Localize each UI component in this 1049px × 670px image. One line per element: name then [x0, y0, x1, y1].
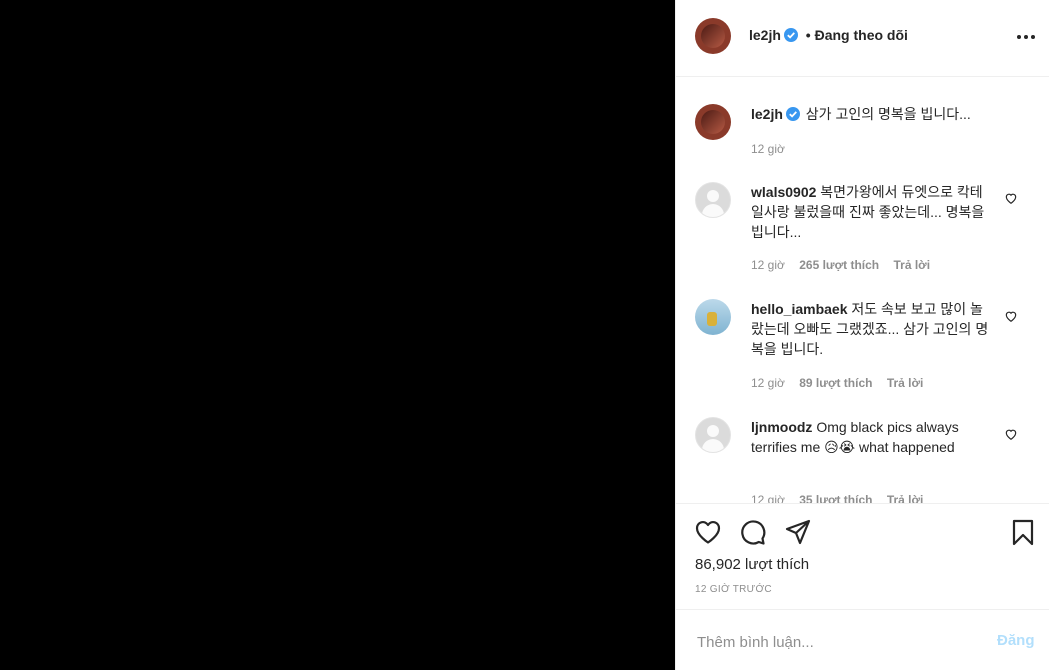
header-user-line: le2jh • Đang theo dõi: [749, 27, 908, 43]
comment-like-heart-icon[interactable]: [1004, 427, 1018, 441]
commenter-avatar[interactable]: [695, 417, 731, 453]
likes-count[interactable]: 86,902 lượt thích: [695, 556, 809, 573]
comment-meta: 12 giờ 265 lượt thích Trả lời: [751, 258, 930, 272]
post-actions: 86,902 lượt thích 12 GIỜ TRƯỚC: [676, 503, 1049, 609]
comment-username[interactable]: wlals0902: [751, 184, 816, 200]
comment-likes[interactable]: 265 lượt thích: [799, 258, 879, 272]
caption-meta: 12 giờ: [751, 142, 785, 156]
comment-likes[interactable]: 35 lượt thích: [799, 493, 872, 503]
commenter-avatar[interactable]: [695, 182, 731, 218]
verified-badge-icon: [783, 28, 798, 42]
reply-button[interactable]: Trả lời: [887, 376, 924, 390]
comments-list[interactable]: le2jh 삼가 고인의 명복을 빕니다... 12 giờ wlals0902…: [676, 77, 1049, 503]
caption-avatar[interactable]: [695, 104, 731, 140]
comment-time[interactable]: 12 giờ: [751, 258, 785, 272]
comment-body: ljnmoodz Omg black pics always terrifies…: [751, 417, 991, 457]
commenter-avatar[interactable]: [695, 299, 731, 335]
add-comment-bar: Đăng: [676, 609, 1049, 670]
reply-button[interactable]: Trả lời: [887, 493, 924, 503]
comment-body: hello_iambaek 저도 속보 보고 많이 놀랐는데 오빠도 그랬겠죠.…: [751, 299, 991, 359]
post-media-black-image[interactable]: [0, 0, 675, 670]
caption-time[interactable]: 12 giờ: [751, 142, 785, 156]
author-avatar[interactable]: [695, 18, 731, 54]
verified-badge-icon: [785, 107, 800, 121]
save-bookmark-icon[interactable]: [1009, 518, 1037, 546]
comment-time[interactable]: 12 giờ: [751, 493, 785, 503]
comment-body: wlals0902 복면가왕에서 듀엣으로 칵테일사랑 불렀을때 진짜 좋았는데…: [751, 182, 991, 242]
comment-input[interactable]: [695, 630, 979, 654]
comment-username[interactable]: hello_iambaek: [751, 301, 848, 317]
post-timestamp[interactable]: 12 GIỜ TRƯỚC: [695, 584, 772, 595]
following-status[interactable]: • Đang theo dõi: [806, 27, 908, 43]
comment-meta: 12 giờ 35 lượt thích Trả lời: [751, 493, 923, 503]
caption-text-line: le2jh 삼가 고인의 명복을 빕니다...: [751, 104, 1021, 124]
more-options-icon[interactable]: [1017, 35, 1035, 41]
post-comment-button[interactable]: Đăng: [997, 632, 1035, 649]
post-side-panel: le2jh • Đang theo dõi le2jh 삼가 고인의 명복을 빕…: [675, 0, 1049, 670]
like-heart-icon[interactable]: [694, 518, 722, 546]
comment-username[interactable]: ljnmoodz: [751, 419, 812, 435]
comment-bubble-icon[interactable]: [739, 518, 767, 546]
reply-button[interactable]: Trả lời: [893, 258, 930, 272]
comment-meta: 12 giờ 89 lượt thích Trả lời: [751, 376, 923, 390]
caption-text: 삼가 고인의 명복을 빕니다...: [805, 106, 971, 122]
comment-time[interactable]: 12 giờ: [751, 376, 785, 390]
header-username[interactable]: le2jh: [749, 27, 781, 43]
comment-likes[interactable]: 89 lượt thích: [799, 376, 872, 390]
comment-like-heart-icon[interactable]: [1004, 191, 1018, 205]
caption-username[interactable]: le2jh: [751, 106, 783, 122]
post-header: le2jh • Đang theo dõi: [676, 0, 1049, 77]
comment-like-heart-icon[interactable]: [1004, 309, 1018, 323]
share-paper-plane-icon[interactable]: [784, 518, 812, 546]
